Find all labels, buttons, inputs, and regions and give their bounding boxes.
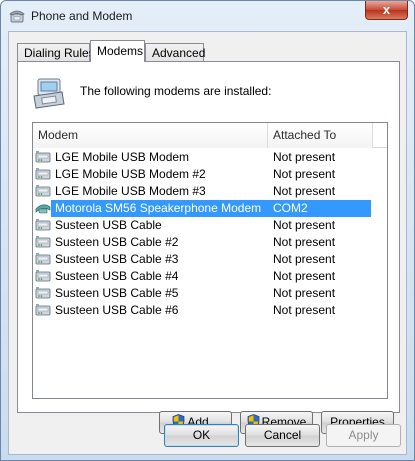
attached-to: Not present [273, 286, 336, 300]
modems-list[interactable]: Modem Attached To LGE Mobile USB Modem No… [32, 122, 388, 399]
dialog-client-area: Dialing Rules Modems Advanced The follow… [8, 31, 407, 455]
list-item[interactable]: Susteen USB Cable #4 Not present [33, 268, 387, 285]
list-item[interactable]: Susteen USB Cable #2 Not present [33, 234, 387, 251]
modem-icon [35, 286, 51, 300]
attached-to: Not present [273, 167, 336, 181]
attached-to: COM2 [273, 201, 308, 215]
modem-name: LGE Mobile USB Modem #2 [55, 167, 206, 181]
window-title: Phone and Modem [31, 9, 133, 23]
list-item[interactable]: LGE Mobile USB Modem #2 Not present [33, 166, 387, 183]
tab-advanced[interactable]: Advanced [145, 43, 205, 62]
column-header-modem[interactable]: Modem [33, 123, 268, 148]
modem-name: LGE Mobile USB Modem #3 [55, 184, 206, 198]
list-item[interactable]: Motorola SM56 Speakerphone Modem COM2 [33, 200, 387, 217]
modem-icon [35, 218, 51, 232]
modem-icon [35, 150, 51, 164]
attached-to: Not present [273, 150, 336, 164]
column-header-attached-to[interactable]: Attached To [268, 123, 373, 148]
list-item[interactable]: Susteen USB Cable #5 Not present [33, 285, 387, 302]
list-item[interactable]: LGE Mobile USB Modem Not present [33, 149, 387, 166]
phone-and-modem-window: Phone and Modem x Dialing Rules Modems A… [0, 0, 415, 461]
modem-name: Susteen USB Cable #6 [55, 303, 179, 317]
list-body: LGE Mobile USB Modem Not present LGE Mobil… [33, 149, 387, 319]
attached-to: Not present [273, 235, 336, 249]
modems-tab-panel: The following modems are installed: Mode… [17, 61, 400, 434]
modem-name: Susteen USB Cable #2 [55, 235, 179, 249]
attached-to: Not present [273, 218, 336, 232]
apply-button[interactable]: Apply [326, 424, 401, 447]
telephone-icon [9, 10, 25, 23]
modem-icon [35, 269, 51, 283]
installed-modems-caption: The following modems are installed: [80, 84, 272, 98]
modem-icon [35, 303, 51, 317]
list-item[interactable]: LGE Mobile USB Modem #3 Not present [33, 183, 387, 200]
list-item[interactable]: Susteen USB Cable Not present [33, 217, 387, 234]
phone-modem-icon [33, 78, 65, 109]
title-bar[interactable]: Phone and Modem x [1, 1, 414, 31]
cancel-button[interactable]: Cancel [245, 424, 320, 447]
attached-to: Not present [273, 269, 336, 283]
speakerphone-modem-icon [35, 201, 51, 215]
tab-dialing-rules[interactable]: Dialing Rules [17, 43, 95, 62]
modem-name: Susteen USB Cable #5 [55, 286, 179, 300]
modem-icon [35, 184, 51, 198]
modem-icon [35, 252, 51, 266]
modem-icon [35, 235, 51, 249]
modem-name: Susteen USB Cable #3 [55, 252, 179, 266]
ok-button[interactable]: OK [164, 424, 239, 447]
modem-name: LGE Mobile USB Modem [55, 150, 190, 164]
modem-name: Susteen USB Cable #4 [55, 269, 179, 283]
attached-to: Not present [273, 184, 336, 198]
tab-modems[interactable]: Modems [90, 40, 145, 62]
close-button[interactable]: x [365, 1, 408, 20]
modem-name: Motorola SM56 Speakerphone Modem [53, 201, 264, 215]
attached-to: Not present [273, 252, 336, 266]
modem-icon [35, 167, 51, 181]
modem-name: Susteen USB Cable [55, 218, 162, 232]
list-item[interactable]: Susteen USB Cable #6 Not present [33, 302, 387, 319]
list-item[interactable]: Susteen USB Cable #3 Not present [33, 251, 387, 268]
attached-to: Not present [273, 303, 336, 317]
list-header: Modem Attached To [33, 123, 387, 148]
